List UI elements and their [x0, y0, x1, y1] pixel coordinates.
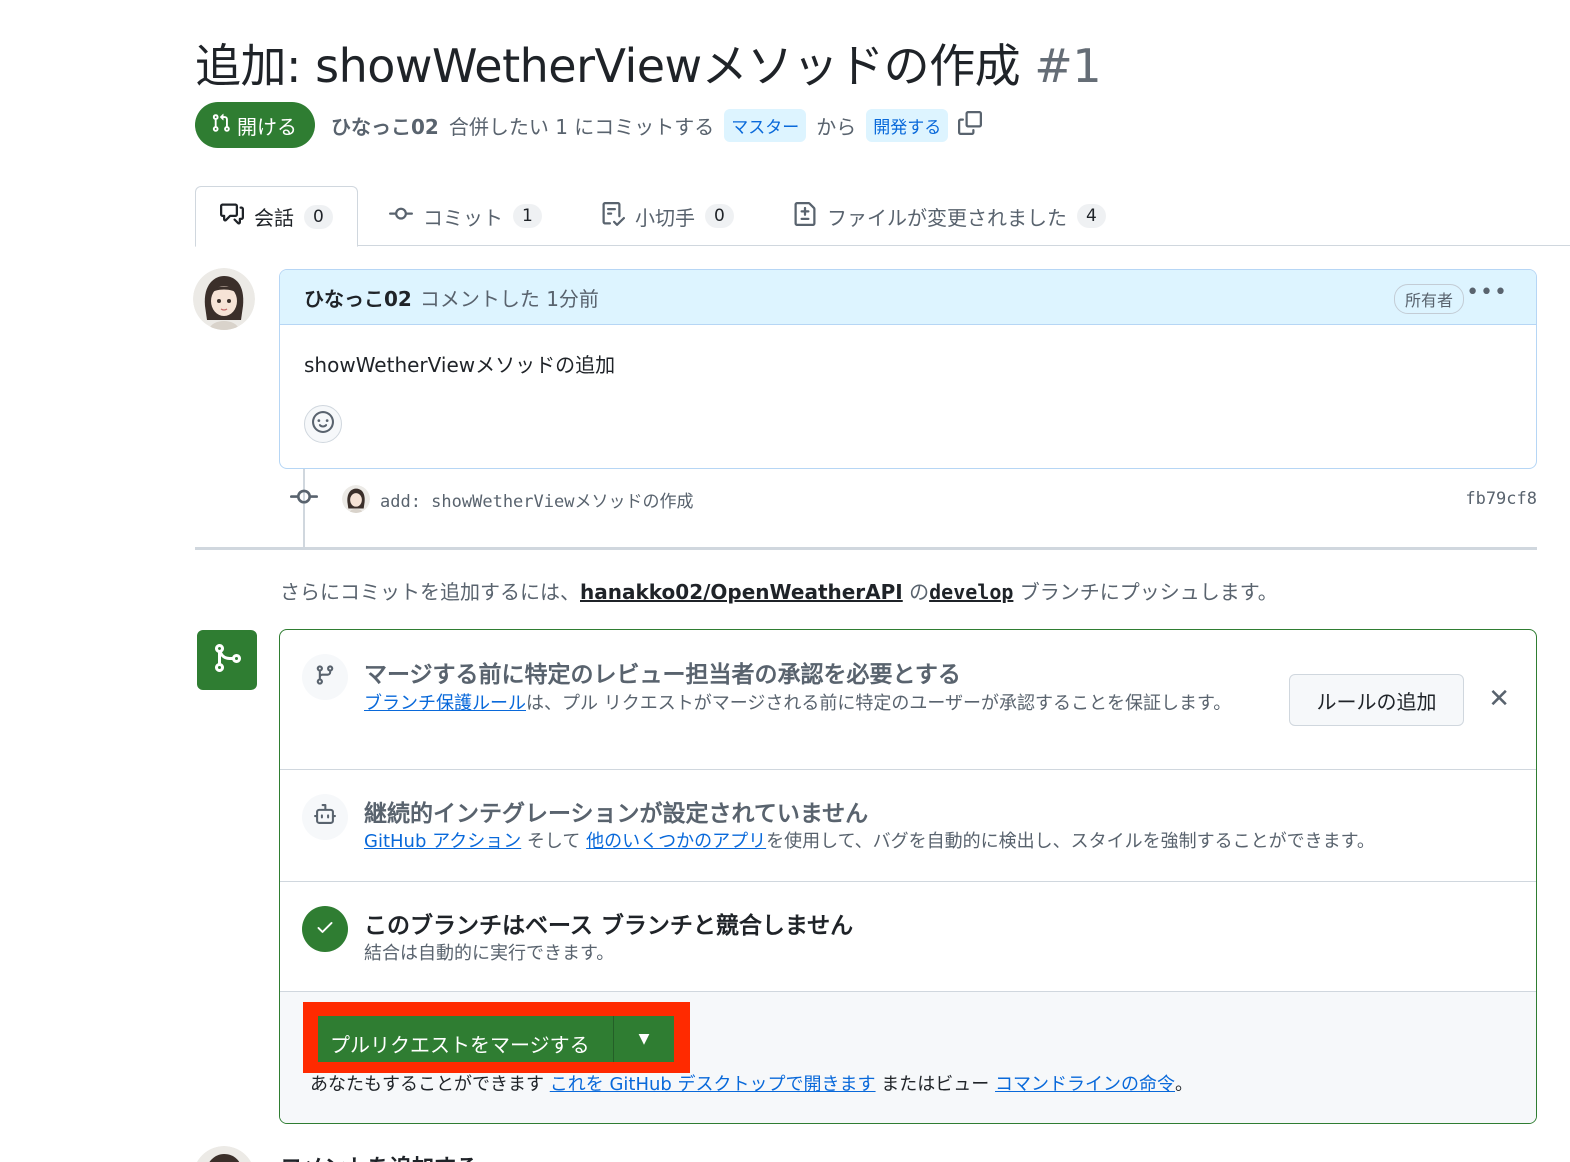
add-reaction-button[interactable]	[304, 405, 342, 443]
tab-counter: 1	[513, 204, 542, 228]
pull-request-icon	[211, 113, 231, 138]
add-comment-heading: コメントを追加する	[280, 1150, 478, 1162]
checklist-icon	[601, 201, 626, 231]
tab-label: コミット	[423, 205, 503, 230]
repo-link[interactable]: hanakko02/OpenWeatherAPI	[580, 580, 903, 604]
git-merge-icon	[211, 642, 243, 678]
commit-icon	[389, 202, 413, 231]
timeline-commit: add: showWetherViewメソッドの作成 fb79cf8	[290, 482, 1537, 516]
page-title: 追加: showWetherViewメソッドの作成 #1	[195, 30, 1102, 96]
tab-label: ファイルが変更されました	[827, 205, 1067, 230]
commit-avatar[interactable]	[342, 485, 370, 513]
timeline-divider	[195, 547, 1537, 550]
robot-icon-circle	[302, 794, 348, 840]
tab-checks[interactable]: 小切手 0	[577, 186, 758, 246]
no-conflict-title: このブランチはベース ブランチと競合しません	[364, 913, 854, 939]
merge-alternatives: あなたもすることができます これを GitHub デスクトップで開きます または…	[310, 1070, 1193, 1096]
avatar[interactable]	[193, 268, 255, 330]
ci-mid-text: そして	[521, 831, 587, 852]
check-icon	[315, 917, 335, 941]
push-hint: さらにコミットを追加するには、hanakko02/OpenWeatherAPI …	[280, 576, 1278, 605]
conflict-section: このブランチはベース ブランチと競合しません 結合は自動的に実行できます。	[280, 882, 1536, 992]
triangle-down-icon: ▼	[638, 1031, 650, 1047]
push-hint-mid: の	[902, 580, 930, 604]
pr-state-badge: 開ける	[195, 102, 315, 148]
comment-header: ひなっこ02 コメントした 1分前 所有者 •••	[280, 270, 1536, 325]
tab-counter: 4	[1077, 204, 1106, 228]
ci-title: 継続的インテグレーションが設定されていません	[364, 801, 869, 827]
branch-protection-link[interactable]: ブランチ保護ルール	[364, 693, 526, 714]
tab-files-changed[interactable]: ファイルが変更されました 4	[769, 186, 1130, 246]
comment-author-link[interactable]: ひなっこ02	[304, 283, 412, 312]
smiley-icon	[312, 411, 334, 437]
pr-merge-text: 合併したい 1 にコミットする	[448, 114, 715, 139]
commit-message-link[interactable]: add: showWetherViewメソッドの作成	[380, 487, 693, 512]
base-branch-tag[interactable]: マスター	[724, 108, 807, 142]
pr-title: 追加: showWetherViewメソッドの作成	[195, 39, 1021, 93]
merge-button-group: プルリクエストをマージする ▼	[318, 1016, 674, 1062]
comment-body: showWetherViewメソッドの追加	[304, 353, 616, 377]
open-desktop-link[interactable]: これを GitHub デスクトップで開きます	[550, 1074, 876, 1095]
push-hint-suffix: ブランチにプッシュします。	[1013, 580, 1278, 604]
pr-from-text: から	[816, 114, 857, 139]
check-circle	[302, 906, 348, 952]
push-hint-prefix: さらにコミットを追加するには、	[280, 580, 580, 604]
alt-mid: またはビュー	[875, 1074, 996, 1095]
comment-card: ひなっこ02 コメントした 1分前 所有者 ••• showWetherView…	[279, 269, 1537, 469]
review-requirement-section: マージする前に特定のレビュー担当者の承認を必要とする ブランチ保護ルールは、プル…	[280, 630, 1536, 770]
pr-tabs: 会話 0 コミット 1 小切手 0 ファイルが変更されました 4	[195, 186, 1570, 247]
commit-icon	[290, 483, 318, 515]
tab-label: 小切手	[635, 205, 695, 230]
merge-status-icon-box	[197, 630, 257, 690]
branch-link[interactable]: develop	[929, 580, 1013, 604]
tab-commits[interactable]: コミット 1	[365, 186, 566, 246]
tab-conversation[interactable]: 会話 0	[195, 186, 358, 247]
branch-icon-circle	[302, 654, 348, 700]
tab-counter: 0	[705, 204, 734, 228]
commit-sha-link[interactable]: fb79cf8	[1465, 489, 1537, 509]
copy-icon[interactable]	[958, 111, 983, 139]
ci-desc-text: を使用して、バグを自動的に検出し、スタイルを強制することができます。	[766, 831, 1375, 852]
review-title: マージする前に特定のレビュー担当者の承認を必要とする	[364, 662, 961, 688]
alt-suffix: 。	[1175, 1074, 1194, 1095]
review-description: ブランチ保護ルールは、プル リクエストがマージされる前に特定のユーザーが承認する…	[364, 690, 1264, 717]
dependabot-icon	[314, 804, 336, 830]
pr-number: #1	[1034, 39, 1102, 93]
pr-state-label: 開ける	[237, 114, 297, 139]
current-user-avatar	[193, 1146, 255, 1162]
merge-options-button[interactable]: ▼	[614, 1016, 674, 1062]
review-desc-text: は、プル リクエストがマージされる前に特定のユーザーが承認することを保証します。	[526, 693, 1232, 714]
tab-label: 会話	[254, 206, 294, 230]
ci-section: 継続的インテグレーションが設定されていません GitHub アクション そして …	[280, 770, 1536, 882]
github-actions-link[interactable]: GitHub アクション	[364, 831, 521, 852]
tab-counter: 0	[304, 204, 333, 229]
conversation-icon	[220, 202, 244, 231]
command-line-link[interactable]: コマンドラインの命令	[995, 1074, 1175, 1095]
close-icon[interactable]: ✕	[1488, 684, 1510, 714]
pr-author-link[interactable]: ひなっこ02	[331, 111, 439, 140]
ci-description: GitHub アクション そして 他のいくつかのアプリを使用して、バグを自動的に…	[364, 828, 1375, 855]
head-branch-tag[interactable]: 開発する	[866, 108, 949, 142]
merge-box: マージする前に特定のレビュー担当者の承認を必要とする ブランチ保護ルールは、プル…	[279, 629, 1537, 1124]
alt-prefix: あなたもすることができます	[310, 1074, 550, 1095]
no-conflict-description: 結合は自動的に実行できます。	[364, 943, 615, 964]
git-branch-icon	[314, 664, 336, 690]
add-rule-button[interactable]: ルールの追加	[1289, 674, 1464, 726]
comment-timestamp[interactable]: コメントした 1分前	[420, 283, 599, 312]
file-diff-icon	[793, 201, 817, 231]
merge-pull-request-button[interactable]: プルリクエストをマージする	[318, 1016, 614, 1062]
kebab-menu-icon[interactable]: •••	[1466, 280, 1508, 305]
owner-badge: 所有者	[1393, 284, 1464, 314]
other-apps-link[interactable]: 他のいくつかのアプリ	[586, 831, 766, 852]
pr-state-row: 開ける ひなっこ02 合併したい 1 にコミットする マスター から 開発する	[195, 102, 983, 148]
merge-footer: プルリクエストをマージする ▼ あなたもすることができます これを GitHub…	[280, 992, 1536, 1123]
